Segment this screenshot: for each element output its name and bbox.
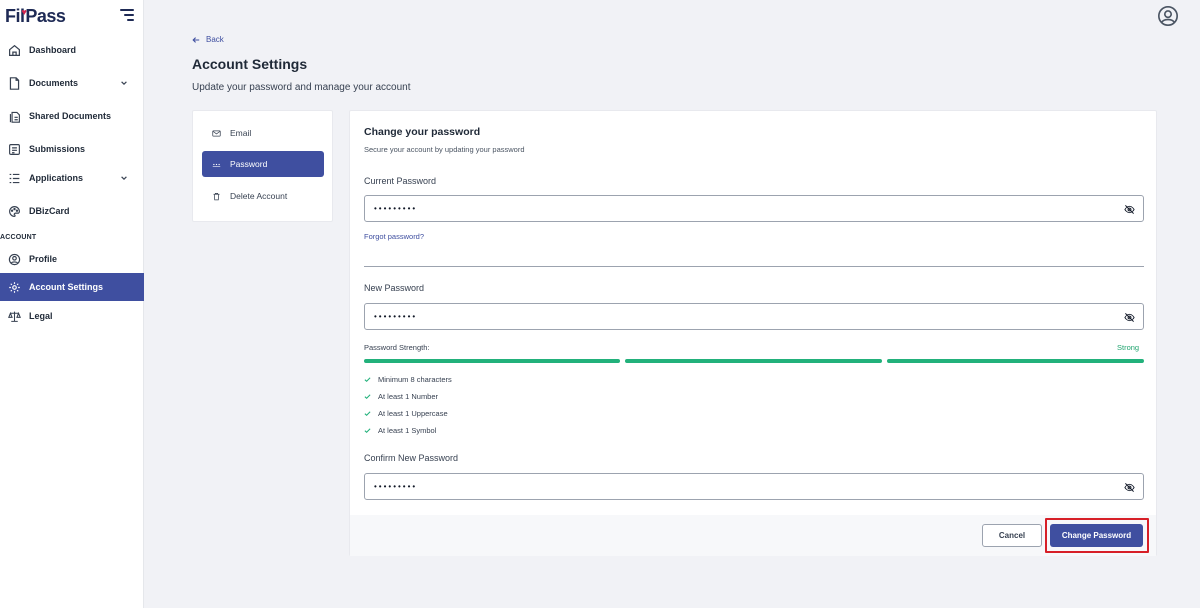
sidebar-item-label: Submissions <box>29 144 86 154</box>
check-icon <box>364 394 371 399</box>
settings-menu-label: Password <box>230 159 268 169</box>
check-icon <box>364 428 371 433</box>
check-icon <box>364 377 371 382</box>
trash-icon <box>213 192 220 200</box>
home-icon <box>8 44 21 57</box>
current-password-field[interactable]: ••••••••• <box>364 195 1144 222</box>
forgot-password-link[interactable]: Forgot password? <box>364 232 424 241</box>
user-circle-icon <box>8 253 21 266</box>
sidebar-item-dbizcard[interactable]: DBizCard <box>0 197 144 225</box>
palette-icon <box>8 205 21 218</box>
sidebar-item-label: Account Settings <box>29 282 104 292</box>
form-title: Change your password <box>364 126 481 138</box>
sidebar-item-documents[interactable]: Documents <box>0 69 144 97</box>
sidebar-item-label: Dashboard <box>29 45 77 55</box>
current-password-label: Current Password <box>364 176 437 186</box>
confirm-password-value: ••••••••• <box>374 482 418 491</box>
sidebar: Fil♥Pass Dashboard Documents Shared Docu… <box>0 0 144 608</box>
mail-icon <box>212 130 221 136</box>
settings-menu-label: Delete Account <box>230 191 288 201</box>
eye-off-icon[interactable] <box>1124 204 1135 215</box>
list-icon <box>8 172 21 185</box>
password-icon <box>212 163 221 167</box>
filpass-logo[interactable]: Fil♥Pass <box>5 6 66 27</box>
settings-menu-email[interactable]: Email <box>202 120 324 146</box>
change-password-card: Change your password Secure your account… <box>349 110 1157 556</box>
page-title: Account Settings <box>192 56 308 72</box>
sidebar-item-shared-documents[interactable]: Shared Documents <box>0 102 144 130</box>
sidebar-item-label: Documents <box>29 78 79 88</box>
requirement-label: Minimum 8 characters <box>378 375 452 384</box>
scale-icon <box>8 310 21 323</box>
confirm-password-field[interactable]: ••••••••• <box>364 473 1144 500</box>
check-icon <box>364 411 371 416</box>
new-password-field[interactable]: ••••••••• <box>364 303 1144 330</box>
new-password-label: New Password <box>364 283 425 293</box>
back-link[interactable]: Back <box>192 35 224 44</box>
settings-menu-password[interactable]: Password <box>202 151 324 177</box>
settings-menu-label: Email <box>230 128 252 138</box>
new-password-value: ••••••••• <box>374 312 418 321</box>
requirement-label: At least 1 Uppercase <box>378 409 448 418</box>
chevron-down-icon[interactable] <box>120 174 128 182</box>
gear-icon <box>8 281 21 294</box>
sidebar-item-label: Shared Documents <box>29 111 112 121</box>
change-password-button[interactable]: Change Password <box>1050 524 1143 547</box>
confirm-password-label: Confirm New Password <box>364 453 459 463</box>
strength-bar-segment <box>625 359 882 363</box>
settings-menu-delete-account[interactable]: Delete Account <box>202 183 324 209</box>
sidebar-item-label: Applications <box>29 173 84 183</box>
settings-menu: Email Password Delete Account <box>192 110 333 222</box>
cancel-button[interactable]: Cancel <box>982 524 1042 547</box>
menu-toggle-icon[interactable] <box>120 9 134 21</box>
sidebar-item-label: Profile <box>29 254 58 264</box>
user-avatar-icon[interactable] <box>1157 5 1179 27</box>
sidebar-item-submissions[interactable]: Submissions <box>0 135 144 163</box>
page-subtitle: Update your password and manage your acc… <box>192 82 411 93</box>
arrow-left-icon <box>192 36 200 43</box>
document-icon <box>8 76 21 90</box>
requirement-item: At least 1 Number <box>364 392 438 401</box>
submissions-icon <box>8 143 21 156</box>
eye-off-icon[interactable] <box>1124 312 1135 323</box>
strength-bar-segment <box>887 359 1144 363</box>
sidebar-item-label: Legal <box>29 311 53 321</box>
password-strength-value: Strong <box>1117 343 1140 352</box>
sidebar-item-account-settings[interactable]: Account Settings <box>0 273 144 301</box>
sidebar-item-profile[interactable]: Profile <box>0 245 144 273</box>
requirement-item: At least 1 Uppercase <box>364 409 448 418</box>
sidebar-item-legal[interactable]: Legal <box>0 302 144 330</box>
chevron-down-icon[interactable] <box>120 79 128 87</box>
strength-bar-segment <box>364 359 620 363</box>
sidebar-section-account: ACCOUNT <box>0 234 37 241</box>
back-label: Back <box>206 35 224 44</box>
section-divider <box>364 266 1144 267</box>
requirement-item: Minimum 8 characters <box>364 375 452 384</box>
form-subtitle: Secure your account by updating your pas… <box>364 145 525 154</box>
password-strength-label: Password Strength: <box>364 343 430 352</box>
shared-documents-icon <box>8 110 21 123</box>
requirement-label: At least 1 Symbol <box>378 426 437 435</box>
requirement-item: At least 1 Symbol <box>364 426 436 435</box>
current-password-value: ••••••••• <box>374 204 418 213</box>
sidebar-item-label: DBizCard <box>29 206 70 216</box>
sidebar-item-applications[interactable]: Applications <box>0 164 144 192</box>
sidebar-item-dashboard[interactable]: Dashboard <box>0 36 144 64</box>
requirement-label: At least 1 Number <box>378 392 439 401</box>
eye-off-icon[interactable] <box>1124 482 1135 493</box>
